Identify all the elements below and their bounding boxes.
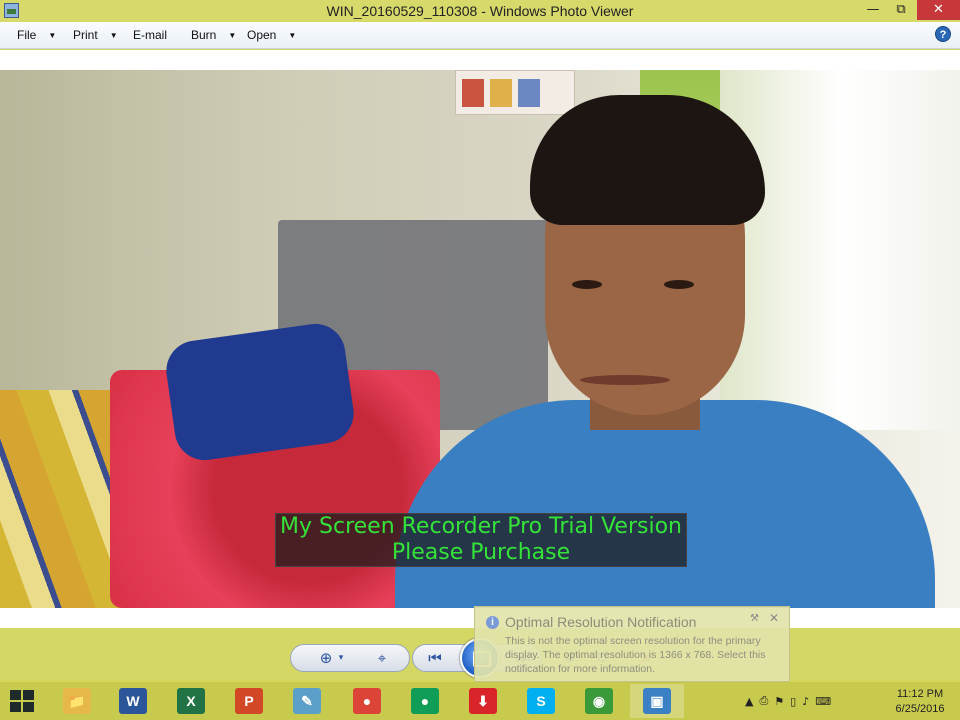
menu-file[interactable]: File ▼ (17, 28, 56, 42)
clock-time: 11:12 PM (896, 688, 944, 700)
photo-viewer-icon: ▣ (643, 688, 671, 714)
watermark-line-2: Please Purchase (391, 540, 571, 565)
close-button[interactable]: ✕ (917, 0, 960, 20)
window-title: WIN_20160529_110308 - Windows Photo View… (326, 3, 634, 19)
zoom-group (290, 644, 410, 672)
chevron-down-icon: ▼ (288, 31, 297, 40)
watermark-line-1: My Screen Recorder Pro Trial Version (280, 514, 682, 539)
taskbar-photo-viewer-button[interactable]: ▣ (630, 684, 684, 718)
menu-open[interactable]: Open ▼ (247, 28, 296, 42)
clock-date: 6/25/2016 (895, 703, 945, 715)
title-bar: WIN_20160529_110308 - Windows Photo View… (0, 0, 960, 22)
clock[interactable]: 11:12 PM 6/25/2016 (890, 687, 950, 717)
menu-email[interactable]: E-mail (133, 28, 167, 42)
menu-print[interactable]: Print ▼ (73, 28, 118, 42)
keyboard-icon[interactable]: ⌨ (815, 695, 831, 708)
menu-burn[interactable]: Burn ▼ (191, 28, 236, 42)
chrome-icon: ● (353, 688, 381, 714)
notification-title: Optimal Resolution Notification (505, 614, 697, 630)
show-hidden-icons-chevron-icon[interactable]: ▲ (745, 695, 753, 708)
chrome-2-icon: ● (411, 688, 439, 714)
notification-close-icon[interactable]: ✕ (769, 611, 779, 625)
menu-open-label: Open (247, 28, 277, 42)
pin-icon[interactable]: ⚒ (750, 613, 759, 624)
screen-recorder-icon: ◉ (585, 688, 613, 714)
word-icon: W (119, 688, 147, 714)
chevron-down-icon: ▼ (228, 31, 237, 40)
zoom-icon[interactable]: ⊕ (316, 648, 336, 668)
help-icon[interactable]: ? (935, 26, 951, 42)
network-icon[interactable]: ⎙ (759, 694, 768, 708)
menu-email-label: E-mail (133, 28, 168, 42)
zoom-dropdown-icon[interactable]: ▾ (337, 648, 345, 668)
downloader-icon: ⬇ (469, 688, 497, 714)
menu-bar: File ▼ Print ▼ E-mail Burn ▼ Open ▼ ? (0, 22, 960, 49)
menu-print-label: Print (73, 28, 98, 42)
taskbar-downloader-button[interactable]: ⬇ (456, 684, 510, 718)
start-button[interactable] (10, 690, 36, 714)
notepad-icon: ✎ (293, 688, 321, 714)
taskbar: 📁 W X P ✎ ● ● ⬇ S ◉ ▣ ▲ ⎙ ⚑ ▯ ♪ ⌨ 11:12 PM 6/25/20… (0, 682, 960, 720)
trial-watermark: My Screen Recorder Pro Trial Version Ple… (275, 513, 687, 567)
notification-body: This is not the optimal screen resolutio… (505, 635, 766, 675)
system-tray: ▲ ⎙ ⚑ ▯ ♪ ⌨ (745, 692, 831, 710)
volume-icon[interactable]: ♪ (802, 695, 809, 708)
action-center-flag-icon[interactable]: ⚑ (774, 695, 784, 708)
taskbar-notepad-button[interactable]: ✎ (280, 684, 334, 718)
menu-burn-label: Burn (191, 28, 217, 42)
taskbar-excel-button[interactable]: X (164, 684, 218, 718)
minimize-button[interactable]: — (858, 0, 888, 20)
taskbar-skype-button[interactable]: S (514, 684, 568, 718)
previous-icon[interactable]: ⏮ (424, 648, 446, 668)
file-explorer-icon: 📁 (63, 688, 91, 714)
info-icon: i (486, 616, 499, 629)
taskbar-word-button[interactable]: W (106, 684, 160, 718)
taskbar-file-explorer-button[interactable]: 📁 (50, 684, 104, 718)
taskbar-screen-recorder-button[interactable]: ◉ (572, 684, 626, 718)
actual-size-icon[interactable]: ⌖ (372, 648, 392, 668)
menu-file-label: File (17, 28, 37, 42)
chevron-down-icon: ▼ (48, 31, 57, 40)
excel-icon: X (177, 688, 205, 714)
chevron-down-icon: ▼ (109, 31, 118, 40)
skype-icon: S (527, 688, 555, 714)
restore-button[interactable]: ⧉ (886, 0, 916, 20)
taskbar-chrome-2-button[interactable]: ● (398, 684, 452, 718)
powerpoint-icon: P (235, 688, 263, 714)
battery-icon[interactable]: ▯ (790, 695, 796, 708)
taskbar-chrome-button[interactable]: ● (340, 684, 394, 718)
taskbar-powerpoint-button[interactable]: P (222, 684, 276, 718)
resolution-notification[interactable]: i Optimal Resolution Notification ⚒ ✕ Th… (474, 606, 790, 682)
